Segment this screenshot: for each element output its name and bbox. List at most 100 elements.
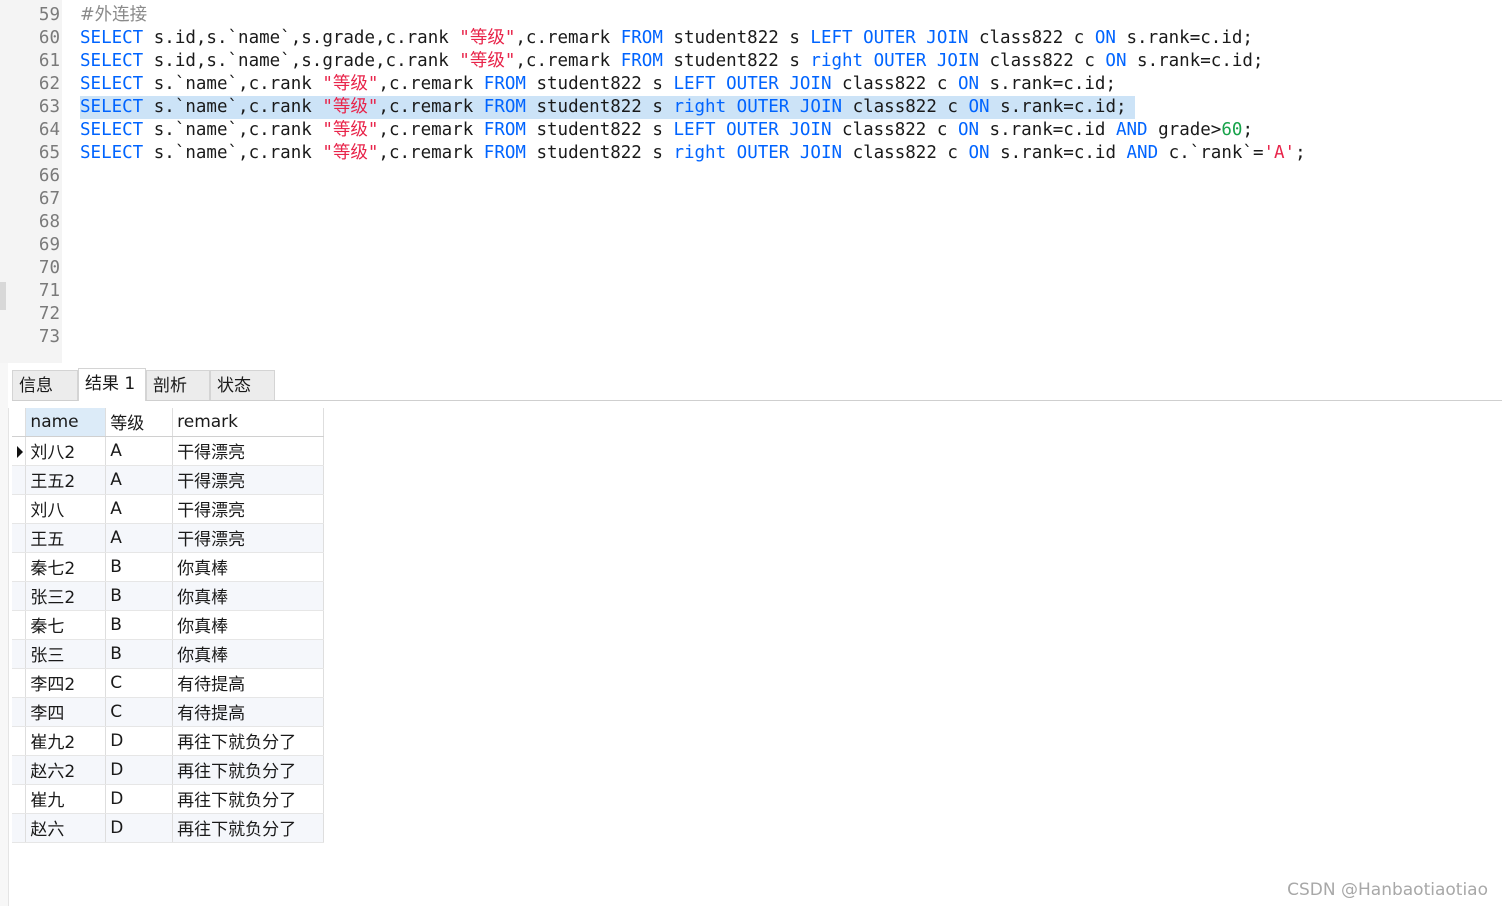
row-selector[interactable] <box>12 813 27 843</box>
code-text[interactable]: SELECT s.`name`,c.rank "等级",c.remark FRO… <box>80 142 1306 165</box>
code-line[interactable]: 72 <box>0 303 1502 326</box>
cell-name[interactable]: 秦七 <box>25 610 107 640</box>
row-selector[interactable] <box>12 552 27 582</box>
cell-remark[interactable]: 再往下就负分了 <box>172 813 324 843</box>
code-line[interactable]: 65 SELECT s.`name`,c.rank "等级",c.remark F… <box>0 142 1502 165</box>
cell-remark[interactable]: 再往下就负分了 <box>172 784 324 814</box>
cell-grade[interactable]: D <box>105 726 174 756</box>
column-header-remark[interactable]: remark <box>172 408 324 437</box>
code-text[interactable]: SELECT s.`name`,c.rank "等级",c.remark FRO… <box>80 73 1116 96</box>
code-line[interactable]: 64 SELECT s.`name`,c.rank "等级",c.remark F… <box>0 119 1502 142</box>
row-selector[interactable] <box>12 436 27 466</box>
code-line[interactable]: 70 <box>0 257 1502 280</box>
row-selector[interactable] <box>12 726 27 756</box>
code-text[interactable]: SELECT s.id,s.`name`,s.grade,c.rank "等级"… <box>80 50 1263 73</box>
column-header-grade[interactable]: 等级 <box>105 408 174 437</box>
cell-grade[interactable]: C <box>105 668 174 698</box>
code-line[interactable]: 62 SELECT s.`name`,c.rank "等级",c.remark F… <box>0 73 1502 96</box>
row-selector[interactable] <box>12 697 27 727</box>
cell-remark[interactable]: 你真棒 <box>172 610 324 640</box>
table-row[interactable]: 崔九 D 再往下就负分了 <box>12 784 324 814</box>
row-selector[interactable] <box>12 668 27 698</box>
cell-remark[interactable]: 有待提高 <box>172 697 324 727</box>
cell-grade[interactable]: D <box>105 784 174 814</box>
cell-name[interactable]: 崔九2 <box>25 726 107 756</box>
code-line[interactable]: 69 <box>0 234 1502 257</box>
code-line[interactable]: 63 SELECT s.`name`,c.rank "等级",c.remark F… <box>0 96 1502 119</box>
cell-remark[interactable]: 再往下就负分了 <box>172 755 324 785</box>
cell-grade[interactable]: A <box>105 523 174 553</box>
cell-remark[interactable]: 再往下就负分了 <box>172 726 324 756</box>
cell-name[interactable]: 秦七2 <box>25 552 107 582</box>
row-selector[interactable] <box>12 610 27 640</box>
cell-grade[interactable]: C <box>105 697 174 727</box>
cell-name[interactable]: 崔九 <box>25 784 107 814</box>
table-row[interactable]: 王五 A 干得漂亮 <box>12 523 324 553</box>
tab-info[interactable]: 信息 <box>12 370 78 400</box>
cell-grade[interactable]: D <box>105 813 174 843</box>
cell-grade[interactable]: A <box>105 465 174 495</box>
table-row[interactable]: 崔九2 D 再往下就负分了 <box>12 726 324 756</box>
table-row[interactable]: 王五2 A 干得漂亮 <box>12 465 324 495</box>
selected-code-text[interactable]: SELECT s.`name`,c.rank "等级",c.remark FRO… <box>80 96 1135 119</box>
code-line[interactable]: 71 <box>0 280 1502 303</box>
table-row[interactable]: 刘八2 A 干得漂亮 <box>12 436 324 466</box>
code-line[interactable]: 60 SELECT s.id,s.`name`,s.grade,c.rank "等… <box>0 27 1502 50</box>
cell-grade[interactable]: B <box>105 610 174 640</box>
cell-remark[interactable]: 干得漂亮 <box>172 494 324 524</box>
cell-remark[interactable]: 干得漂亮 <box>172 465 324 495</box>
cell-grade[interactable]: A <box>105 494 174 524</box>
code-line[interactable]: 73 <box>0 326 1502 349</box>
column-header-name[interactable]: name <box>25 408 107 437</box>
cell-name[interactable]: 王五2 <box>25 465 107 495</box>
cell-remark[interactable]: 干得漂亮 <box>172 523 324 553</box>
cell-remark[interactable]: 你真棒 <box>172 639 324 669</box>
cell-remark[interactable]: 干得漂亮 <box>172 436 324 466</box>
tab-result-1[interactable]: 结果 1 <box>78 368 146 401</box>
row-selector[interactable] <box>12 639 27 669</box>
cell-name[interactable]: 赵六 <box>25 813 107 843</box>
table-row[interactable]: 赵六 D 再往下就负分了 <box>12 813 324 843</box>
table-row[interactable]: 张三 B 你真棒 <box>12 639 324 669</box>
code-text[interactable]: SELECT s.id,s.`name`,s.grade,c.rank "等级"… <box>80 27 1253 50</box>
cell-name[interactable]: 王五 <box>25 523 107 553</box>
cell-grade[interactable]: D <box>105 755 174 785</box>
table-row[interactable]: 李四2 C 有待提高 <box>12 668 324 698</box>
cell-name[interactable]: 刘八 <box>25 494 107 524</box>
cell-remark[interactable]: 你真棒 <box>172 581 324 611</box>
cell-remark[interactable]: 你真棒 <box>172 552 324 582</box>
table-row[interactable]: 秦七2 B 你真棒 <box>12 552 324 582</box>
table-row[interactable]: 张三2 B 你真棒 <box>12 581 324 611</box>
table-row[interactable]: 李四 C 有待提高 <box>12 697 324 727</box>
cell-grade[interactable]: B <box>105 581 174 611</box>
code-line[interactable]: 66 <box>0 165 1502 188</box>
tab-profile[interactable]: 剖析 <box>146 370 210 400</box>
cell-name[interactable]: 赵六2 <box>25 755 107 785</box>
cell-grade[interactable]: A <box>105 436 174 466</box>
code-text[interactable]: SELECT s.`name`,c.rank "等级",c.remark FRO… <box>80 119 1253 142</box>
table-row[interactable]: 赵六2 D 再往下就负分了 <box>12 755 324 785</box>
code-line[interactable]: 59 #外连接 <box>0 4 1502 27</box>
cell-name[interactable]: 刘八2 <box>25 436 107 466</box>
result-grid[interactable]: name 等级 remark 刘八2 A 干得漂亮 王五2 A 干得漂亮 刘八 A 干得漂亮 王五… <box>8 408 324 906</box>
sql-editor[interactable]: 59 #外连接 60 SELECT s.id,s.`name`,s.grade,c.r… <box>0 0 1502 363</box>
code-line[interactable]: 68 <box>0 211 1502 234</box>
cell-name[interactable]: 李四2 <box>25 668 107 698</box>
cell-remark[interactable]: 有待提高 <box>172 668 324 698</box>
row-selector[interactable] <box>12 465 27 495</box>
code-line[interactable]: 61 SELECT s.id,s.`name`,s.grade,c.rank "等… <box>0 50 1502 73</box>
table-row[interactable]: 秦七 B 你真棒 <box>12 610 324 640</box>
code-line[interactable]: 67 <box>0 188 1502 211</box>
row-selector[interactable] <box>12 784 27 814</box>
cell-name[interactable]: 张三2 <box>25 581 107 611</box>
cell-grade[interactable]: B <box>105 552 174 582</box>
cell-name[interactable]: 张三 <box>25 639 107 669</box>
row-selector[interactable] <box>12 523 27 553</box>
table-row[interactable]: 刘八 A 干得漂亮 <box>12 494 324 524</box>
tab-status[interactable]: 状态 <box>210 370 275 400</box>
cell-grade[interactable]: B <box>105 639 174 669</box>
code-text[interactable]: #外连接 <box>80 4 147 27</box>
row-selector-header[interactable] <box>12 408 27 437</box>
cell-name[interactable]: 李四 <box>25 697 107 727</box>
row-selector[interactable] <box>12 494 27 524</box>
